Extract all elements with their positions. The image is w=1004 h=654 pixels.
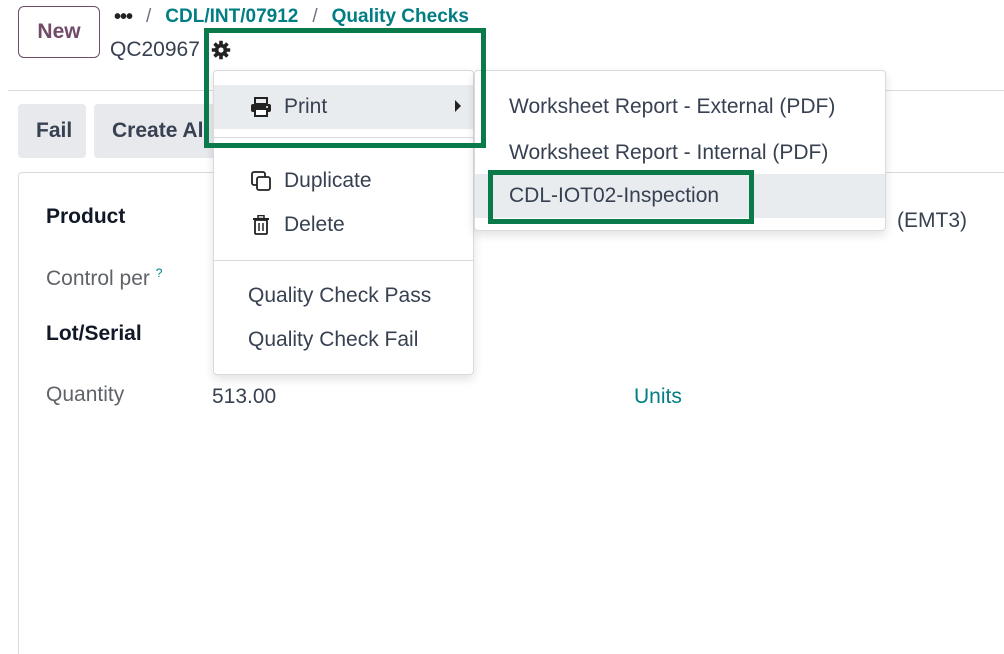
submenu-item-worksheet-internal[interactable]: Worksheet Report - Internal (PDF) [475,131,885,175]
menu-item-print[interactable]: Print [214,85,473,129]
product-label: Product [46,205,126,228]
print-submenu: Worksheet Report - External (PDF) Worksh… [474,70,886,231]
menu-item-label: Duplicate [284,169,372,192]
submenu-item-cdl-iot02-inspection[interactable]: CDL-IOT02-Inspection [475,174,885,218]
control-per-label-text: Control per [46,267,150,290]
form-sheet: Product (EMT3) Control per ? Lot/Serial … [18,172,1004,654]
caret-right-icon [455,100,461,112]
gear-dropdown-menu: Print Duplicate Delete Quality Check Pas… [213,70,474,375]
new-button[interactable]: New [18,6,100,58]
menu-item-delete[interactable]: Delete [214,203,473,247]
uom-value[interactable]: Units [634,385,682,409]
product-value[interactable]: (EMT3) [897,209,967,233]
trash-icon [248,215,274,235]
breadcrumb-more-icon[interactable]: ••• [114,6,133,29]
menu-divider [214,260,473,261]
record-name: QC20967 [110,38,200,61]
fail-button[interactable]: Fail [18,104,86,158]
breadcrumb-item-quality-checks[interactable]: Quality Checks [332,6,469,28]
submenu-item-worksheet-external[interactable]: Worksheet Report - External (PDF) [475,85,885,129]
breadcrumb: ••• / CDL/INT/07912 / Quality Checks [114,4,469,30]
quantity-label: Quantity [46,383,125,406]
lot-serial-label: Lot/Serial [46,322,142,345]
menu-item-duplicate[interactable]: Duplicate [214,159,473,203]
breadcrumb-separator: / [146,6,152,27]
menu-item-quality-check-fail[interactable]: Quality Check Fail [214,318,473,362]
copy-icon [248,170,274,192]
quality-check-form-page: New ••• / CDL/INT/07912 / Quality Checks… [0,0,1004,654]
printer-icon [248,97,274,117]
menu-item-quality-check-pass[interactable]: Quality Check Pass [214,274,473,318]
gear-icon[interactable] [209,38,233,62]
create-alert-button[interactable]: Create Al [94,104,224,158]
control-per-label: Control per ? [46,266,162,291]
help-tooltip-icon[interactable]: ? [156,266,163,280]
breadcrumb-item-transfer[interactable]: CDL/INT/07912 [165,6,298,28]
menu-item-label: Print [284,95,328,118]
breadcrumb-separator: / [312,6,318,27]
menu-divider [214,137,473,138]
quantity-value[interactable]: 513.00 [212,385,276,409]
menu-item-label: Delete [284,213,345,236]
